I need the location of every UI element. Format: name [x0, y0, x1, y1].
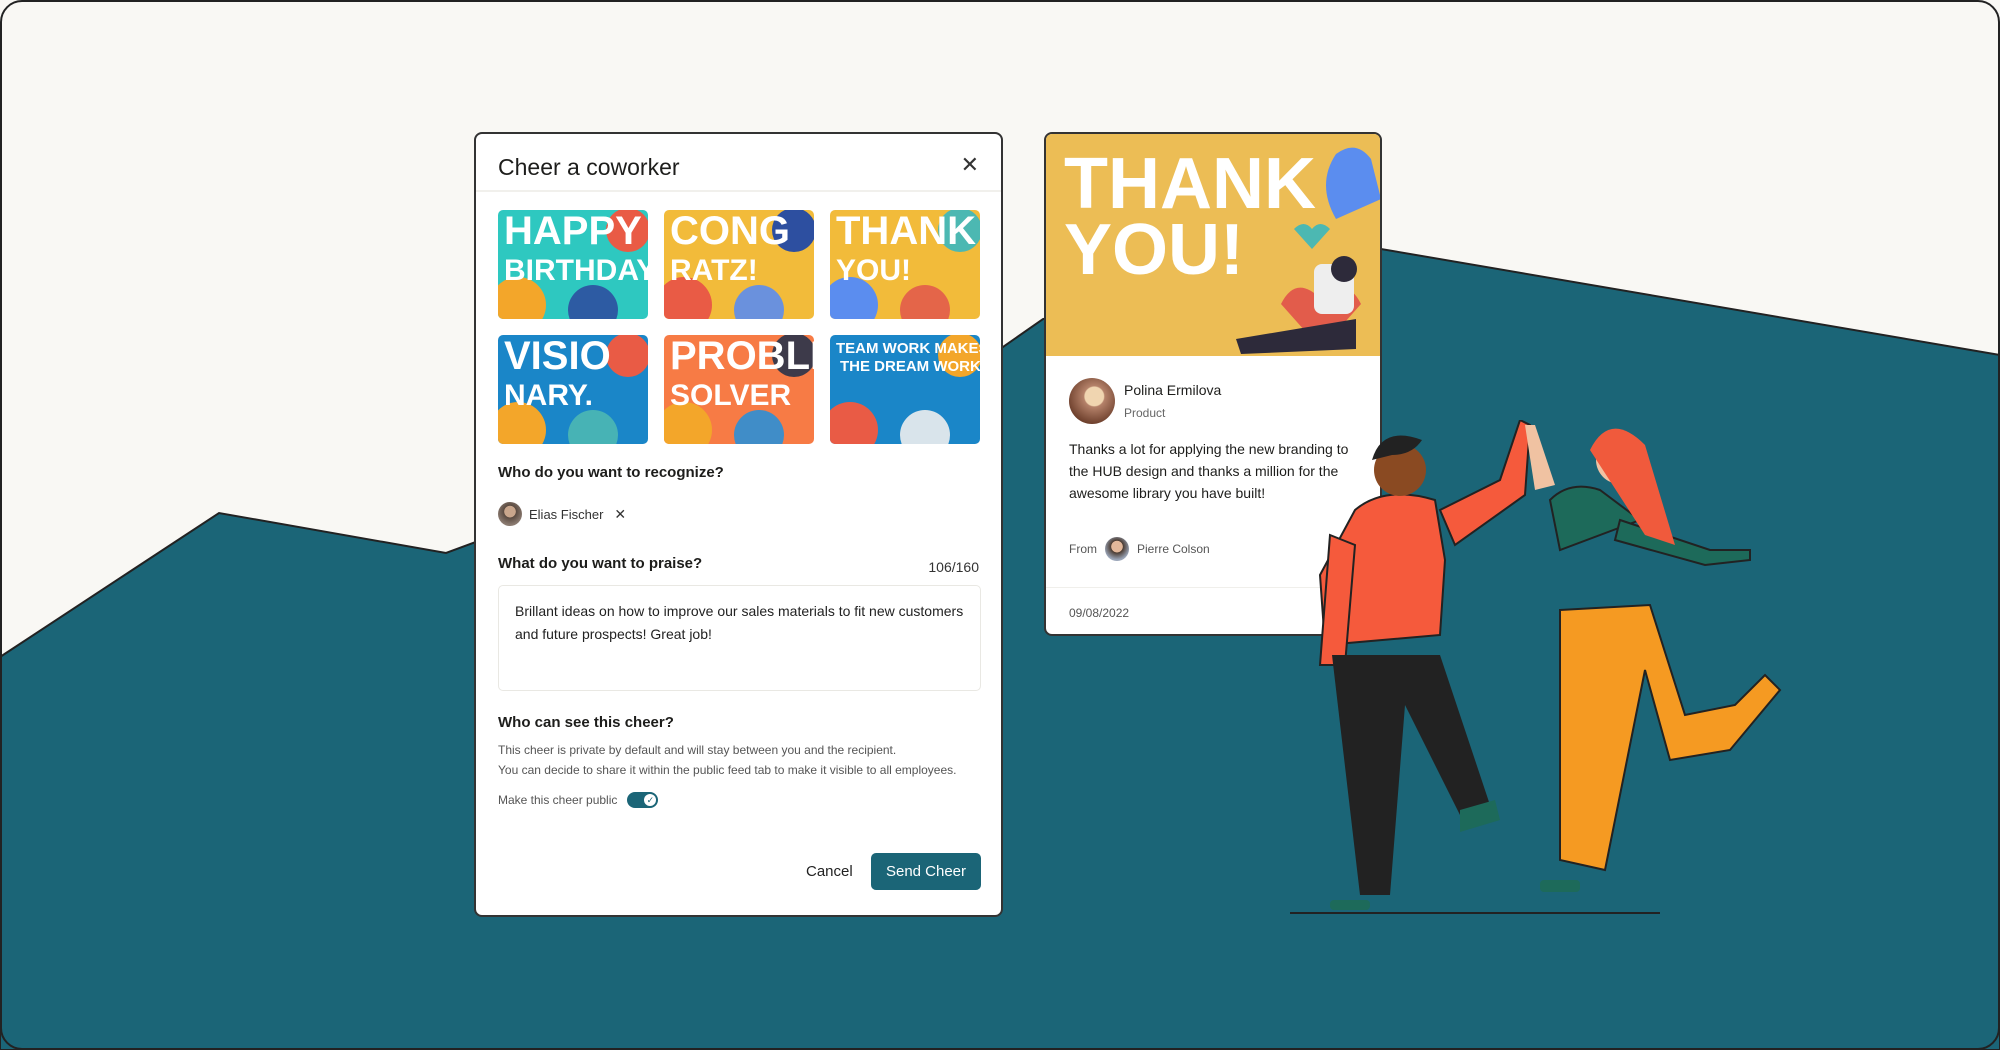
- template-line1: CONG: [670, 210, 790, 253]
- template-line2: THE DREAM WORK: [840, 358, 980, 375]
- template-line2: RATZ!: [670, 254, 758, 287]
- public-toggle[interactable]: ✓: [627, 792, 659, 808]
- template-card-3[interactable]: THANK YOU!: [830, 210, 980, 319]
- recipient-name: Polina Ermilova: [1124, 382, 1222, 398]
- praise-textarea[interactable]: Brillant ideas on how to improve our sal…: [498, 585, 981, 691]
- template-card-4[interactable]: VISIO NARY.: [498, 335, 648, 444]
- cheer-dialog: Cheer a coworker ✕ HAPPY BIRTHDAY! CONG …: [474, 132, 1003, 917]
- check-icon: ✓: [644, 794, 657, 806]
- praise-label: What do you want to praise?: [498, 555, 703, 572]
- template-line1: VISIO: [504, 335, 611, 378]
- divider: [476, 190, 1001, 192]
- recipient-role: Product: [1124, 406, 1166, 420]
- cheer-date: 09/08/2022: [1069, 606, 1130, 620]
- template-line1: THANK: [836, 210, 976, 253]
- visibility-desc-line: You can decide to share it within the pu…: [498, 763, 957, 777]
- cancel-button[interactable]: Cancel: [794, 853, 865, 890]
- recognize-label: Who do you want to recognize?: [498, 464, 724, 481]
- template-card-1[interactable]: HAPPY BIRTHDAY!: [498, 210, 648, 319]
- thank-you-illustration: THANK YOU!: [1046, 134, 1380, 356]
- send-cheer-button[interactable]: Send Cheer: [871, 853, 981, 890]
- public-toggle-row: Make this cheer public ✓: [498, 792, 659, 808]
- recipient-name: Elias Fischer: [529, 506, 604, 522]
- visibility-label: Who can see this cheer?: [498, 714, 674, 731]
- template-illustration: PROBLEM SOLVER: [664, 335, 814, 444]
- template-line2: SOLVER: [670, 379, 791, 412]
- remove-recipient-icon[interactable]: ✕: [614, 506, 626, 523]
- template-illustration: HAPPY BIRTHDAY!: [498, 210, 648, 319]
- template-line1: HAPPY: [504, 210, 642, 253]
- template-line2: NARY.: [504, 379, 593, 412]
- avatar: [498, 502, 522, 526]
- template-line1: TEAM WORK MAKES: [836, 340, 980, 357]
- template-illustration: THANK YOU!: [830, 210, 980, 319]
- from-label: From: [1069, 542, 1097, 556]
- recipient-chip: Elias Fischer ✕: [498, 502, 626, 526]
- template-card-2[interactable]: CONG RATZ!: [664, 210, 814, 319]
- template-line2: BIRTHDAY!: [504, 254, 648, 287]
- template-card-5[interactable]: PROBLEM SOLVER: [664, 335, 814, 444]
- template-card-6[interactable]: TEAM WORK MAKES THE DREAM WORK: [830, 335, 980, 444]
- close-icon[interactable]: ✕: [961, 152, 979, 178]
- card-image-line2: YOU!: [1064, 210, 1244, 290]
- from-row: From Pierre Colson: [1069, 537, 1210, 561]
- template-line1: PROBLEM: [670, 335, 814, 378]
- visibility-description: This cheer is private by default and wil…: [498, 740, 957, 780]
- dialog-title: Cheer a coworker: [498, 154, 680, 180]
- template-grid: HAPPY BIRTHDAY! CONG RATZ! THANK YOU! VI…: [498, 210, 980, 444]
- template-line2: YOU!: [836, 254, 911, 287]
- avatar: [1069, 378, 1115, 424]
- sender-name: Pierre Colson: [1137, 542, 1210, 556]
- char-counter: 106/160: [928, 559, 979, 575]
- high-five-illustration: [1290, 420, 1782, 914]
- template-illustration: VISIO NARY.: [498, 335, 648, 444]
- template-illustration: CONG RATZ!: [664, 210, 814, 319]
- public-toggle-label: Make this cheer public: [498, 793, 618, 807]
- visibility-desc-line: This cheer is private by default and wil…: [498, 743, 897, 757]
- template-illustration: TEAM WORK MAKES THE DREAM WORK: [830, 335, 980, 444]
- avatar: [1105, 537, 1129, 561]
